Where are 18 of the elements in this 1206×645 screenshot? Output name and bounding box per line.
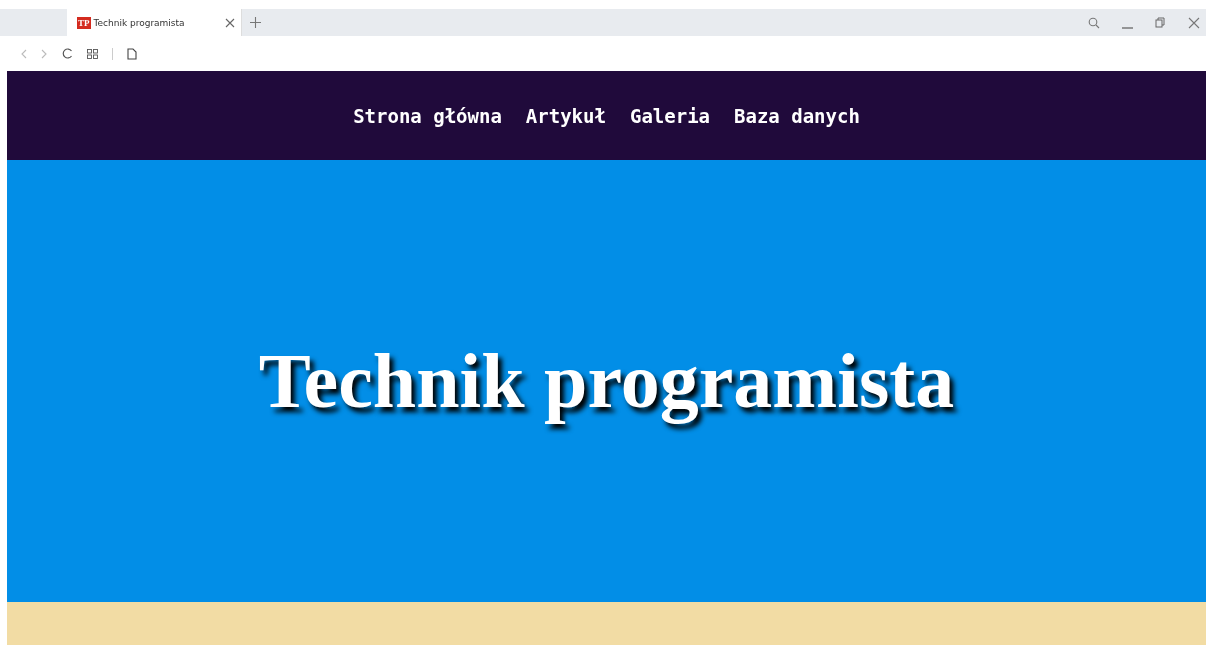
browser-tab[interactable]: TP Technik programista: [67, 9, 242, 36]
nav-link[interactable]: Artykuł: [525, 104, 606, 127]
page-icon[interactable]: [127, 47, 137, 60]
hero-title: Technik programista: [258, 336, 955, 426]
tab-title: Technik programista: [93, 17, 186, 28]
nav-link[interactable]: Strona główna: [353, 104, 502, 127]
site-logo: TP: [77, 16, 91, 29]
nav-link[interactable]: Galeria: [629, 104, 710, 127]
grid-icon[interactable]: [87, 48, 98, 59]
reload-icon[interactable]: [62, 48, 73, 59]
forward-icon[interactable]: [41, 48, 48, 59]
back-icon[interactable]: [20, 48, 27, 59]
close-icon[interactable]: [1188, 16, 1200, 29]
close-icon[interactable]: [225, 17, 235, 28]
nav-link[interactable]: Baza danych: [734, 104, 860, 127]
new-tab-icon[interactable]: [250, 17, 261, 28]
search-icon[interactable]: [1088, 16, 1100, 29]
restore-icon[interactable]: [1155, 17, 1166, 28]
